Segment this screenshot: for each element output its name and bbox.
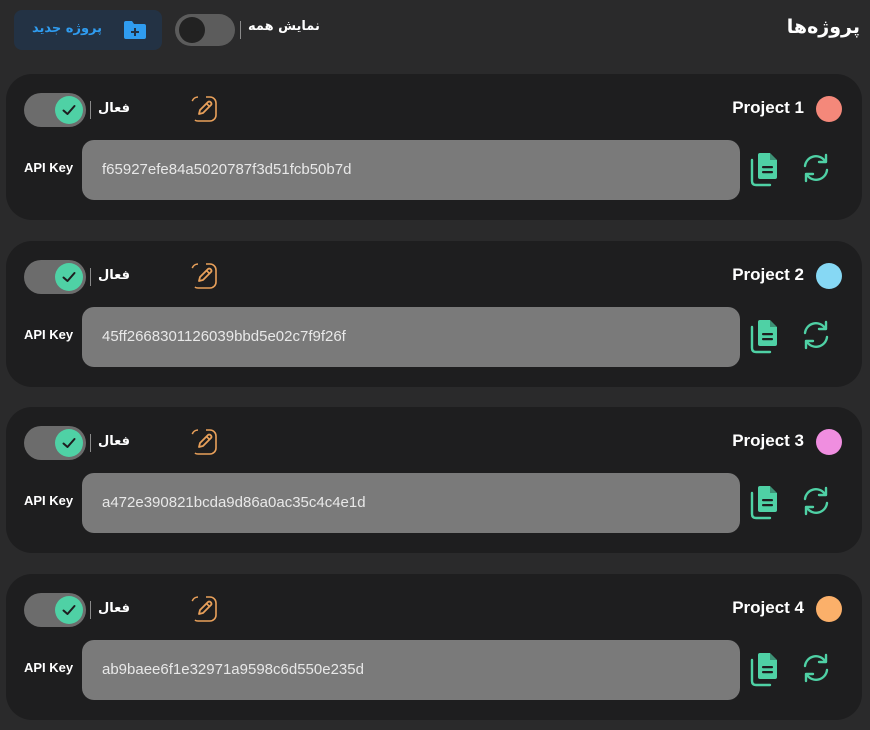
new-project-label: پروژه جدید <box>32 21 103 36</box>
show-all-label: نمایش همه <box>248 19 320 34</box>
toggle-knob <box>55 429 83 457</box>
divider <box>90 101 91 119</box>
project-color-dot <box>816 596 842 622</box>
toggle-knob <box>179 17 205 43</box>
active-label: فعال <box>98 601 131 616</box>
api-key-label: API Key <box>24 327 74 342</box>
new-project-button[interactable]: پروژه جدید <box>14 10 162 50</box>
page-header: پروژه‌ها نمایش همه پروژه جدید <box>0 0 870 62</box>
api-key-field[interactable]: ab9baee6f1e32971a9598c6d550e235d <box>82 640 740 700</box>
project-color-dot <box>816 429 842 455</box>
project-name: Project 3 <box>732 431 804 450</box>
api-key-field[interactable]: f65927efe84a5020787f3d51fcb50b7d <box>82 140 740 200</box>
check-icon <box>62 605 76 615</box>
check-icon <box>62 105 76 115</box>
project-name: Project 2 <box>732 265 804 284</box>
api-key-field[interactable]: 45ff2668301126039bbd5e02c7f9f26f <box>82 307 740 367</box>
active-toggle[interactable] <box>24 260 86 294</box>
copy-icon[interactable] <box>750 484 780 520</box>
check-icon <box>62 272 76 282</box>
divider <box>240 21 241 39</box>
divider <box>90 601 91 619</box>
api-key-label: API Key <box>24 660 74 675</box>
divider <box>90 268 91 286</box>
folder-plus-icon <box>122 18 148 42</box>
refresh-icon[interactable] <box>800 652 832 684</box>
edit-icon[interactable] <box>190 428 218 456</box>
active-toggle[interactable] <box>24 426 86 460</box>
project-card: Project 3 فعال API Key a472e390821bcda9d… <box>6 407 862 553</box>
project-card: Project 2 فعال API Key 45ff2668301126039… <box>6 241 862 387</box>
refresh-icon[interactable] <box>800 485 832 517</box>
project-color-dot <box>816 96 842 122</box>
api-key-field[interactable]: a472e390821bcda9d86a0ac35c4c4e1d <box>82 473 740 533</box>
copy-icon[interactable] <box>750 151 780 187</box>
project-card: Project 1 فعال API Key f65927efe84a50207… <box>6 74 862 220</box>
api-key-label: API Key <box>24 493 74 508</box>
divider <box>90 434 91 452</box>
check-icon <box>62 438 76 448</box>
project-card: Project 4 فعال API Key ab9baee6f1e32971a… <box>6 574 862 720</box>
copy-icon[interactable] <box>750 318 780 354</box>
active-toggle[interactable] <box>24 93 86 127</box>
active-label: فعال <box>98 434 131 449</box>
show-all-toggle[interactable] <box>175 14 235 46</box>
refresh-icon[interactable] <box>800 152 832 184</box>
edit-icon[interactable] <box>190 595 218 623</box>
project-color-dot <box>816 263 842 289</box>
toggle-knob <box>55 96 83 124</box>
project-name: Project 1 <box>732 98 804 117</box>
project-name: Project 4 <box>732 598 804 617</box>
copy-icon[interactable] <box>750 651 780 687</box>
page-title: پروژه‌ها <box>786 16 860 38</box>
refresh-icon[interactable] <box>800 319 832 351</box>
active-label: فعال <box>98 101 131 116</box>
api-key-label: API Key <box>24 160 74 175</box>
edit-icon[interactable] <box>190 262 218 290</box>
toggle-knob <box>55 263 83 291</box>
active-label: فعال <box>98 268 131 283</box>
active-toggle[interactable] <box>24 593 86 627</box>
toggle-knob <box>55 596 83 624</box>
edit-icon[interactable] <box>190 95 218 123</box>
